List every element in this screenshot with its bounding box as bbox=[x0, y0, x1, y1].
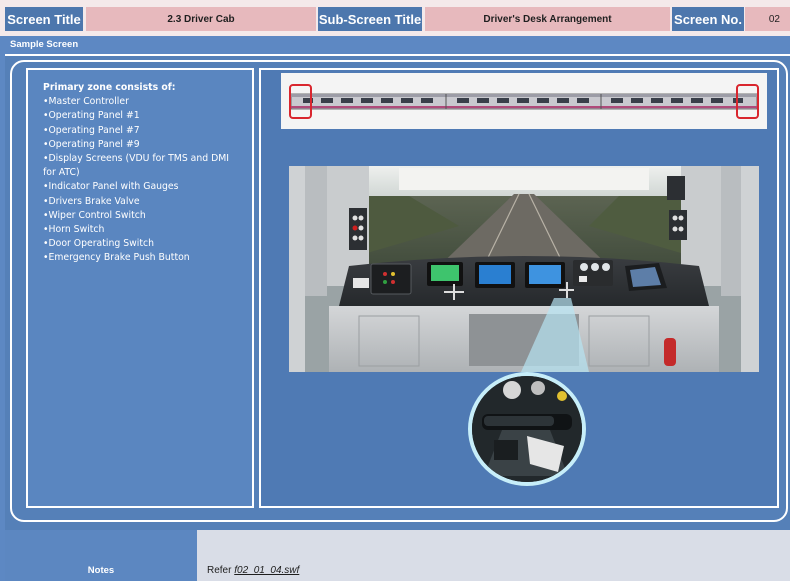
screen-title-label: Screen Title bbox=[5, 7, 83, 31]
train-diagram bbox=[281, 73, 767, 129]
screen-no-label: Screen No. bbox=[672, 7, 744, 31]
sample-screen-bar: Sample Screen bbox=[5, 36, 790, 54]
magnifier-callout bbox=[468, 372, 586, 486]
primary-zone-item: •Horn Switch bbox=[43, 224, 105, 236]
primary-zone-item: •Door Operating Switch bbox=[43, 238, 154, 250]
notes-prefix: Refer bbox=[207, 565, 235, 576]
brake-valve-closeup bbox=[472, 376, 582, 482]
notes-label: Notes bbox=[5, 530, 197, 581]
primary-zone-item: •Master Controller bbox=[43, 96, 129, 108]
primary-zone-item: •Drivers Brake Valve bbox=[43, 195, 140, 207]
screen-title-value: 2.3 Driver Cab bbox=[86, 7, 316, 31]
primary-zone-item: •Wiper Control Switch bbox=[43, 209, 146, 221]
screen-no-value: 02 bbox=[745, 7, 790, 31]
notes-text: Refer f02_01_04.swf bbox=[207, 565, 299, 576]
sub-screen-title-label: Sub-Screen Title bbox=[318, 7, 422, 31]
primary-zone-heading: Primary zone consists of: bbox=[43, 82, 176, 93]
primary-zone-item: •Display Screens (VDU for TMS and DMI fo… bbox=[43, 153, 230, 179]
primary-zone-item: •Operating Panel #1 bbox=[43, 110, 140, 122]
primary-zone-item: •Operating Panel #7 bbox=[43, 124, 140, 136]
driver-cab-view bbox=[289, 166, 759, 372]
notes-file-link[interactable]: f02_01_04.swf bbox=[234, 565, 299, 576]
primary-zone-item: •Indicator Panel with Gauges bbox=[43, 181, 179, 193]
primary-zone-item: •Operating Panel #9 bbox=[43, 138, 140, 150]
sub-screen-title-value: Driver's Desk Arrangement bbox=[425, 7, 670, 31]
train-illustration bbox=[289, 84, 759, 119]
header-bar: Screen Title 2.3 Driver Cab Sub-Screen T… bbox=[0, 0, 790, 36]
primary-zone-item: •Emergency Brake Push Button bbox=[43, 252, 190, 264]
primary-zone-panel: Primary zone consists of: •Master Contro… bbox=[26, 68, 254, 508]
driver-cab-illustration bbox=[289, 166, 759, 372]
